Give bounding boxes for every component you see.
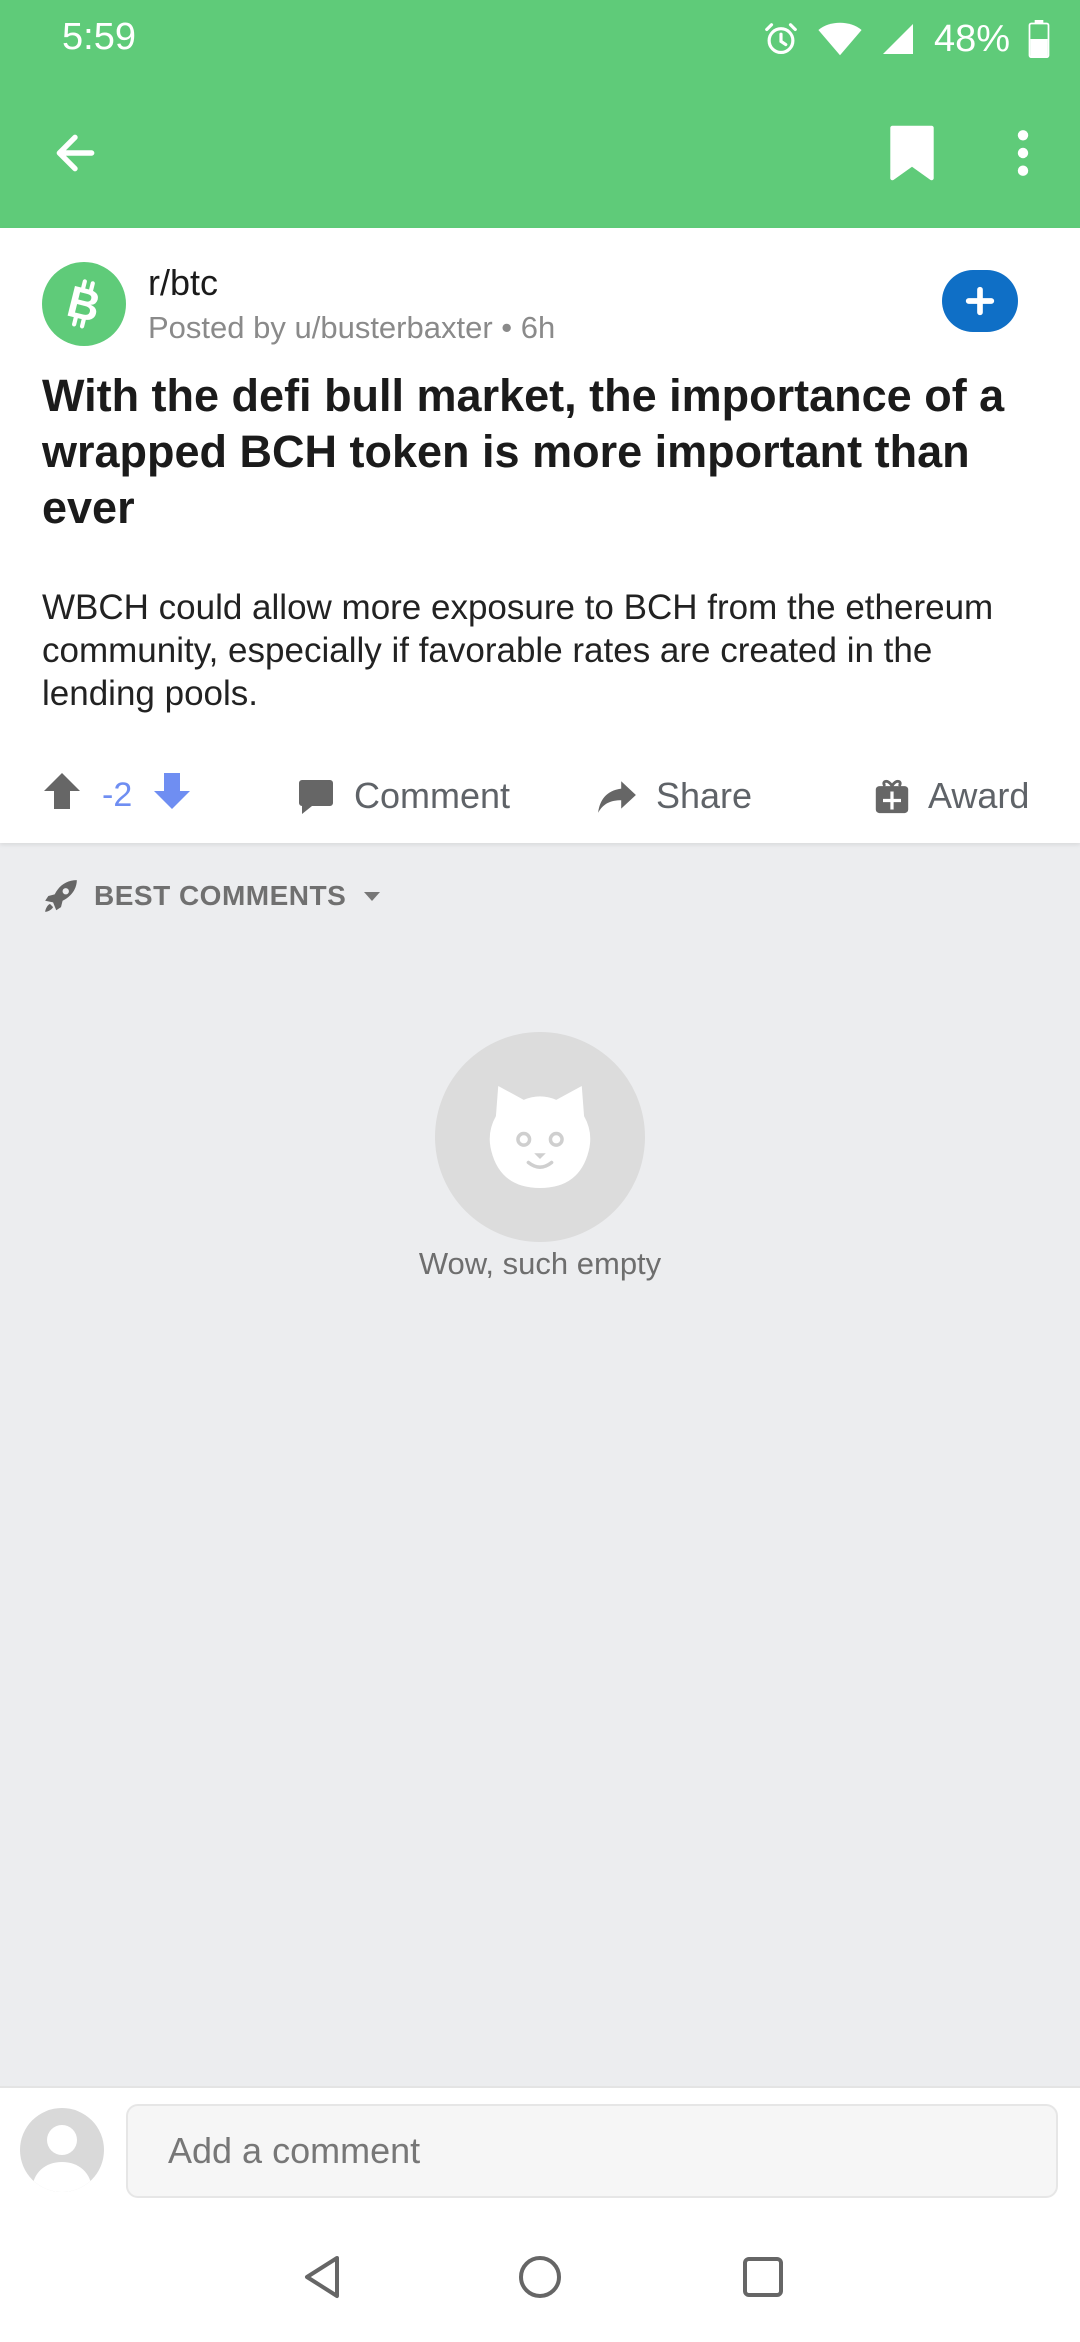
share-arrow-icon: [598, 780, 636, 813]
wifi-icon: [818, 21, 862, 57]
vote-count: -2: [102, 776, 133, 814]
status-time: 5:59: [62, 16, 136, 58]
share-button[interactable]: Share: [596, 748, 752, 843]
upvote-arrow-icon: [44, 773, 80, 809]
sort-label: BEST COMMENTS: [94, 880, 347, 911]
status-icons: 48%: [762, 14, 1050, 64]
comment-label: Comment: [354, 774, 511, 816]
upvote-button[interactable]: [42, 771, 82, 820]
downvote-arrow-icon: [154, 773, 191, 809]
comment-sort-selector[interactable]: BEST COMMENTS: [42, 875, 384, 917]
post-card: B r/btc Posted by u/busterbaxter • 6h Wi…: [0, 228, 1080, 843]
award-button[interactable]: Award: [874, 748, 1029, 843]
person-icon: [32, 2125, 92, 2192]
empty-state-text: Wow, such empty: [418, 1246, 662, 1281]
back-button[interactable]: [40, 118, 110, 188]
app-header: 5:59 48%: [0, 0, 1080, 228]
gift-icon: [875, 779, 909, 813]
share-label: Share: [656, 774, 753, 816]
alarm-icon: [762, 20, 800, 58]
nav-home-icon[interactable]: [515, 2252, 565, 2302]
bookmark-button[interactable]: [880, 118, 944, 188]
subreddit-name[interactable]: r/btc: [148, 262, 218, 304]
comment-bar: [0, 2086, 1080, 2342]
back-arrow-icon: [56, 134, 95, 172]
post-actions: -2 Comment Share Award: [0, 748, 1080, 843]
downvote-button[interactable]: [152, 771, 192, 820]
add-comment-input[interactable]: [126, 2104, 1058, 2198]
post-meta: Posted by u/busterbaxter • 6h: [148, 310, 556, 345]
cell-signal-icon: [880, 21, 916, 57]
empty-state-illustration: [435, 1032, 645, 1242]
post-body: WBCH could allow more exposure to BCH fr…: [42, 588, 994, 713]
comment-bubble-icon: [299, 779, 333, 814]
post-title: With the defi bull market, the importanc…: [42, 370, 1005, 533]
bitcoin-icon: B: [62, 277, 105, 332]
comment-button[interactable]: Comment: [296, 748, 510, 843]
subreddit-avatar[interactable]: B: [42, 262, 126, 346]
nav-back-icon[interactable]: [297, 2252, 347, 2302]
nav-recents-icon[interactable]: [738, 2252, 788, 2302]
plus-icon: [965, 286, 995, 316]
join-subreddit-button[interactable]: [942, 270, 1018, 332]
more-vert-icon: [1017, 130, 1029, 176]
vote-controls: -2: [42, 748, 192, 843]
more-options-button[interactable]: [1000, 118, 1046, 188]
bookmark-icon: [890, 125, 934, 181]
rocket-icon: [45, 880, 77, 912]
cat-face-icon: [489, 1085, 591, 1189]
user-avatar[interactable]: [20, 2108, 104, 2192]
caret-down-icon: [364, 892, 381, 901]
battery-level: 48%: [933, 17, 1010, 60]
battery-icon: [1028, 20, 1050, 58]
award-label: Award: [928, 774, 1030, 816]
